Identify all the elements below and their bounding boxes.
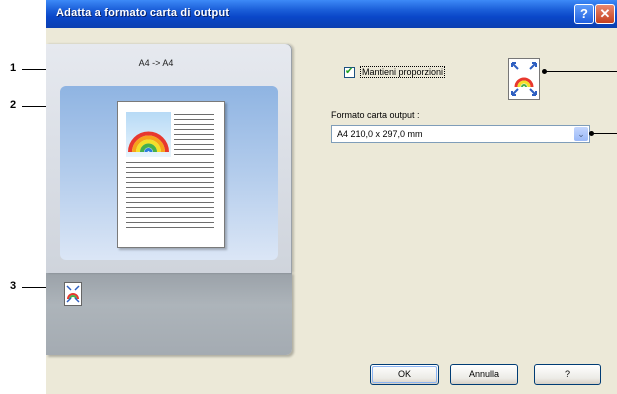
fit-to-page-icon [508, 58, 540, 100]
callout-line-right-top [545, 71, 617, 72]
check-icon: ✔ [345, 66, 354, 77]
close-button[interactable]: ✕ [595, 4, 615, 24]
callout-line-right-bottom [592, 133, 617, 134]
callout-number-1: 1 [10, 62, 17, 74]
output-paper-value: A4 210,0 x 297,0 mm [337, 129, 423, 139]
paper-ratio-text: A4 -> A4 [138, 58, 174, 68]
output-paper-label: Formato carta output : [331, 110, 420, 120]
keep-proportions-text: Mantieni proporzioni [360, 66, 446, 78]
help-button[interactable]: ? [534, 364, 601, 385]
window-title: Adatta a formato carta di output [56, 7, 230, 19]
preview-footer-panel [46, 272, 292, 355]
ok-button[interactable]: OK [370, 364, 439, 385]
keep-proportions-checkbox[interactable]: ✔ [344, 66, 355, 78]
dialog-window: Adatta a formato carta di output ? ✕ A4 … [46, 0, 617, 394]
cancel-button[interactable]: Annulla [450, 364, 518, 385]
keep-proportions-label[interactable]: Mantieni proporzioni [360, 66, 446, 78]
output-paper-select[interactable]: A4 210,0 x 297,0 mm ⌄ [331, 125, 590, 143]
callout-number-2: 2 [10, 99, 17, 111]
title-help-button[interactable]: ? [574, 4, 594, 24]
title-bar[interactable]: Adatta a formato carta di output ? ✕ [46, 0, 617, 28]
page-preview [117, 101, 225, 248]
rainbow-picture-icon [126, 112, 171, 157]
callout-number-3: 3 [10, 280, 17, 292]
chevron-down-icon[interactable]: ⌄ [574, 127, 588, 141]
fit-to-page-small-icon [64, 282, 82, 306]
